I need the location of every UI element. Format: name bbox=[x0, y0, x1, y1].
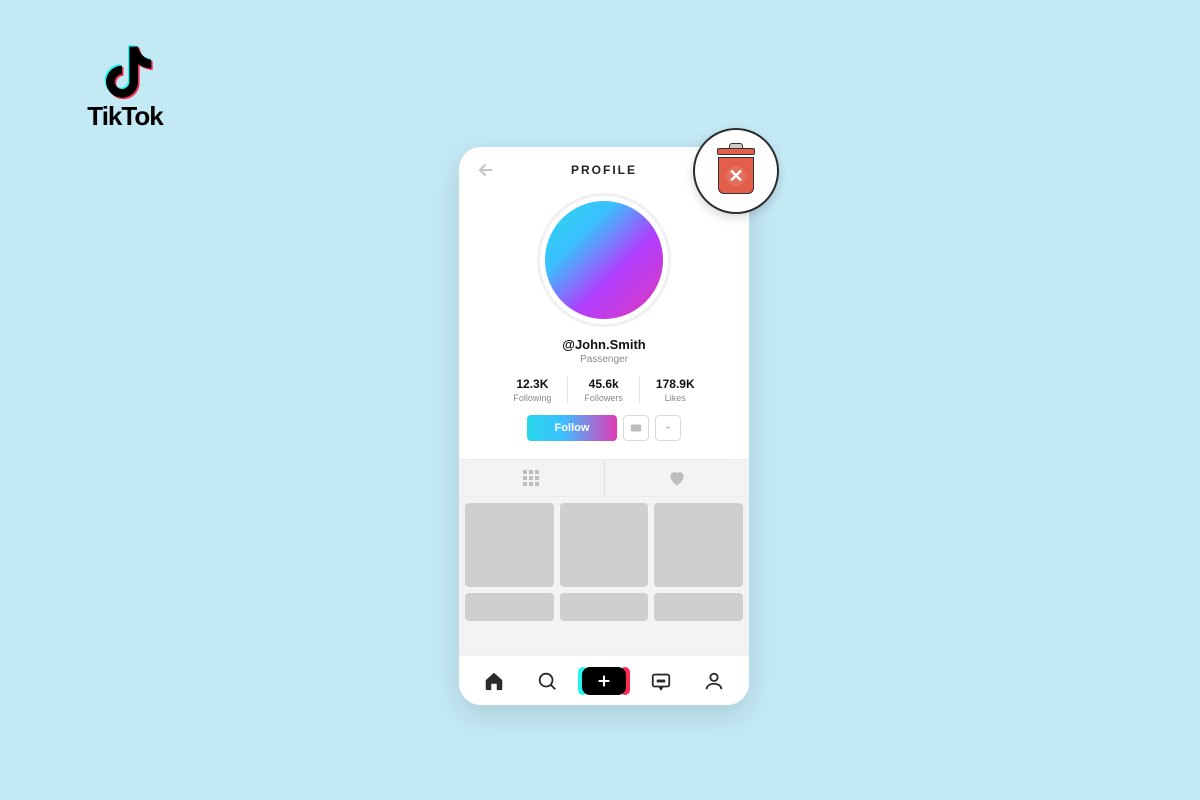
nav-home[interactable] bbox=[476, 663, 512, 699]
video-thumbnail[interactable] bbox=[654, 593, 743, 621]
stat-likes[interactable]: 178.9K Likes bbox=[639, 377, 711, 403]
stat-value: 45.6k bbox=[584, 377, 623, 391]
back-arrow-icon[interactable] bbox=[475, 160, 495, 180]
stat-followers[interactable]: 45.6k Followers bbox=[567, 377, 639, 403]
message-button[interactable] bbox=[623, 415, 649, 441]
video-thumbnail[interactable] bbox=[654, 503, 743, 587]
video-thumbnail[interactable] bbox=[465, 503, 554, 587]
avatar-container bbox=[459, 193, 749, 327]
tiktok-note-icon bbox=[90, 35, 160, 105]
avatar[interactable] bbox=[545, 201, 663, 319]
person-icon bbox=[703, 670, 725, 692]
nav-profile[interactable] bbox=[696, 663, 732, 699]
action-row: Follow bbox=[459, 415, 749, 441]
stat-following[interactable]: 12.3K Following bbox=[497, 377, 567, 403]
delete-badge[interactable]: ✕ bbox=[693, 128, 779, 214]
content-tabs bbox=[459, 459, 749, 497]
chevron-down-icon bbox=[663, 423, 673, 433]
phone-card: PROFILE @John.Smith Passenger 12.3K Foll… bbox=[459, 147, 749, 705]
user-subtitle: Passenger bbox=[459, 354, 749, 365]
video-thumbnail[interactable] bbox=[465, 593, 554, 621]
video-thumbnail[interactable] bbox=[560, 503, 649, 587]
stat-label: Likes bbox=[656, 393, 695, 403]
username: @John.Smith bbox=[459, 337, 749, 352]
heart-icon bbox=[667, 468, 687, 488]
stat-value: 178.9K bbox=[656, 377, 695, 391]
stat-value: 12.3K bbox=[513, 377, 551, 391]
video-thumbnail[interactable] bbox=[560, 593, 649, 621]
tab-liked[interactable] bbox=[604, 460, 750, 496]
home-icon bbox=[483, 670, 505, 692]
bottom-nav bbox=[459, 655, 749, 705]
tiktok-logo: TikTok bbox=[75, 35, 175, 132]
x-icon: ✕ bbox=[726, 166, 746, 186]
profile-stats: 12.3K Following 45.6k Followers 178.9K L… bbox=[459, 377, 749, 403]
content-grid bbox=[459, 497, 749, 655]
tiktok-wordmark: TikTok bbox=[75, 101, 175, 132]
avatar-ring bbox=[537, 193, 671, 327]
message-icon bbox=[629, 421, 643, 435]
grid-icon bbox=[523, 470, 539, 486]
nav-inbox[interactable] bbox=[643, 663, 679, 699]
nav-search[interactable] bbox=[529, 663, 565, 699]
dropdown-button[interactable] bbox=[655, 415, 681, 441]
follow-button[interactable]: Follow bbox=[527, 415, 617, 441]
plus-icon bbox=[596, 673, 612, 689]
tab-grid[interactable] bbox=[459, 460, 604, 496]
trash-icon: ✕ bbox=[715, 148, 757, 194]
nav-create[interactable] bbox=[582, 667, 626, 695]
search-icon bbox=[536, 670, 558, 692]
user-block: @John.Smith Passenger bbox=[459, 337, 749, 365]
stat-label: Following bbox=[513, 393, 551, 403]
stat-label: Followers bbox=[584, 393, 623, 403]
inbox-icon bbox=[650, 670, 672, 692]
